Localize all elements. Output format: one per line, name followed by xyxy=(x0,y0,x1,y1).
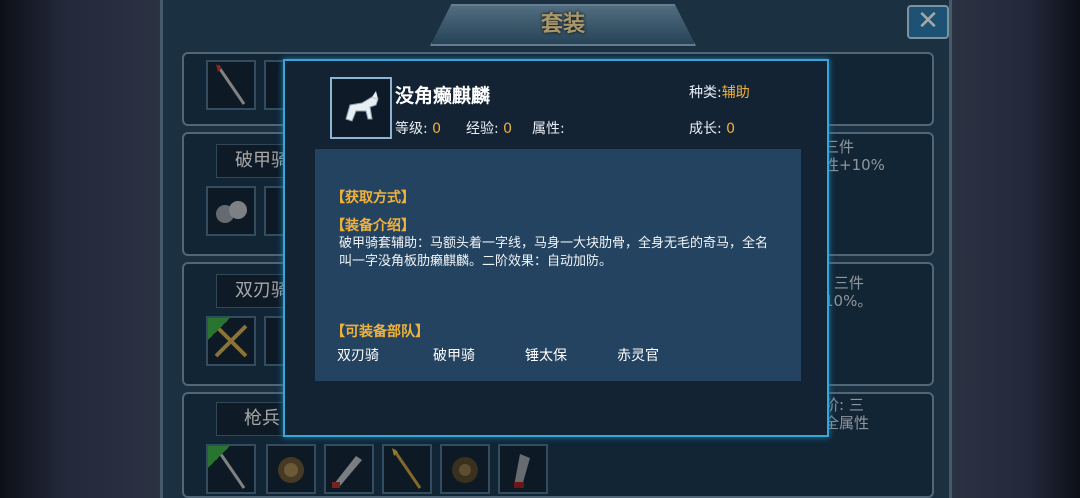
growth-field: 成长: 0 xyxy=(689,118,735,138)
troop-name: 赤灵官 xyxy=(617,348,659,364)
item-detail-dialog: 没角癞麒麟 等级: 0 经验: 0 属性: 种类:辅助 成长: 0 【获取方式】… xyxy=(283,59,829,437)
type-field: 种类:辅助 xyxy=(689,82,750,102)
level-label: 等级: xyxy=(395,121,428,137)
troop-name: 破甲骑 xyxy=(433,348,475,364)
troop-name: 双刃骑 xyxy=(337,348,379,364)
exp-value: 0 xyxy=(503,121,513,137)
obtain-title: 【获取方式】 xyxy=(331,190,415,206)
level-field: 等级: 0 xyxy=(395,118,441,138)
type-label: 种类: xyxy=(689,85,722,101)
item-info-box: 【获取方式】 【装备介绍】 破甲骑套辅助：马额头着一字线，马身一大块肋骨，全身无… xyxy=(315,149,801,381)
intro-title: 【装备介绍】 xyxy=(331,218,415,234)
attr-label: 属性: xyxy=(532,121,565,137)
level-value: 0 xyxy=(432,121,442,137)
exp-field: 经验: 0 xyxy=(466,118,512,138)
intro-text: 破甲骑套辅助：马额头着一字线，马身一大块肋骨，全身无毛的奇马，全名叫一字没角板肋… xyxy=(339,236,769,269)
left-background xyxy=(0,0,160,498)
growth-label: 成长: xyxy=(689,121,722,137)
attr-field: 属性: xyxy=(532,118,565,138)
item-name: 没角癞麒麟 xyxy=(395,85,491,107)
exp-label: 经验: xyxy=(466,121,499,137)
growth-value: 0 xyxy=(726,121,736,137)
right-background xyxy=(952,0,1080,498)
type-value: 辅助 xyxy=(721,85,750,101)
horse-icon xyxy=(330,77,392,139)
troop-name: 锤太保 xyxy=(525,348,567,364)
troops-title: 【可装备部队】 xyxy=(331,324,429,340)
